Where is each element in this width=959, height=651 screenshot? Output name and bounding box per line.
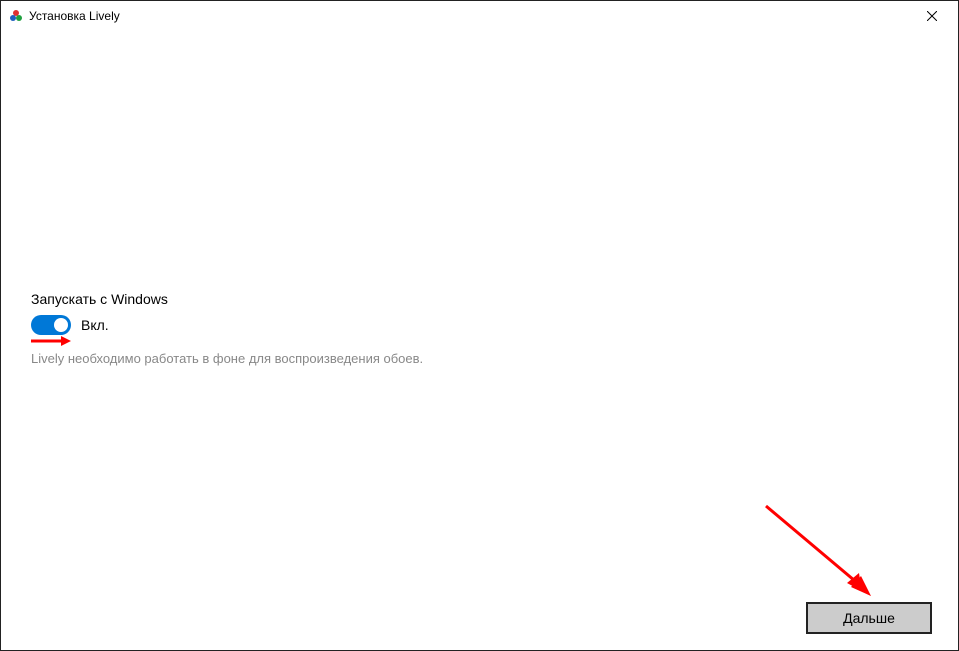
installer-window: Установка Lively Запускать с Windows Вкл… xyxy=(0,0,959,651)
close-button[interactable] xyxy=(909,2,954,30)
annotation-arrow-next xyxy=(761,501,891,611)
lively-icon xyxy=(9,9,23,23)
content-area: Запускать с Windows Вкл. Lively необходи… xyxy=(1,31,958,366)
toggle-knob xyxy=(54,318,68,332)
toggle-state-label: Вкл. xyxy=(81,317,109,333)
window-title: Установка Lively xyxy=(29,9,909,23)
setting-title: Запускать с Windows xyxy=(31,291,928,307)
close-icon xyxy=(927,11,937,21)
titlebar: Установка Lively xyxy=(1,1,958,31)
startup-toggle[interactable] xyxy=(31,315,71,335)
toggle-row: Вкл. xyxy=(31,315,928,335)
next-button-label: Дальше xyxy=(843,610,895,626)
setting-description: Lively необходимо работать в фоне для во… xyxy=(31,351,928,366)
next-button[interactable]: Дальше xyxy=(806,602,932,634)
